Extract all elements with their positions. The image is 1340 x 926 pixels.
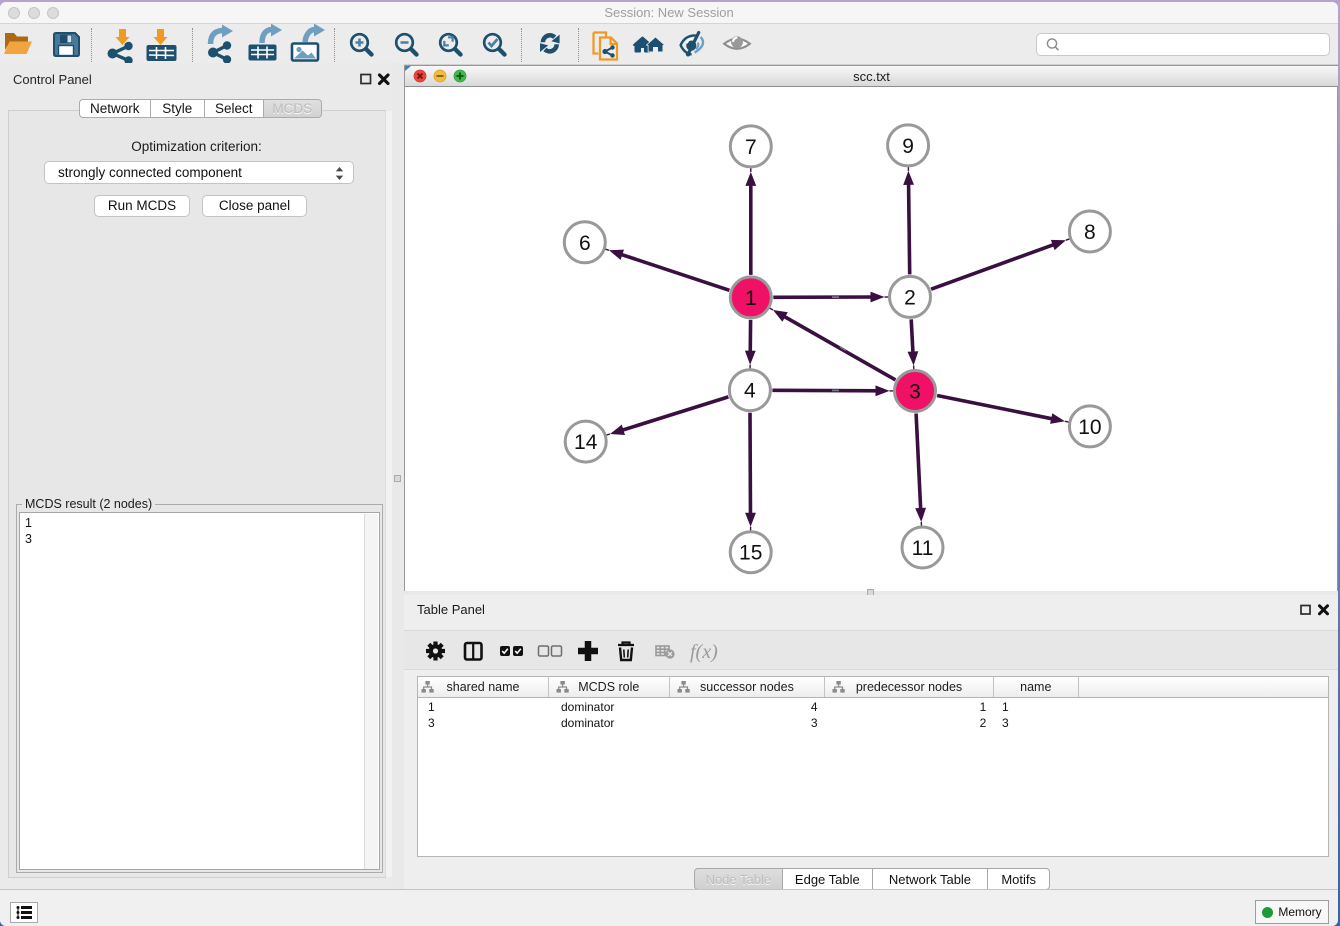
svg-text:7: 7 — [745, 136, 757, 159]
svg-text:6: 6 — [579, 232, 591, 255]
svg-text:1: 1 — [745, 287, 757, 310]
svg-text:f(x): f(x) — [690, 641, 718, 663]
svg-text:11: 11 — [912, 537, 934, 560]
svg-text:15: 15 — [739, 542, 762, 565]
svg-text:2: 2 — [904, 286, 916, 309]
svg-text:3: 3 — [909, 381, 921, 404]
svg-text:10: 10 — [1078, 416, 1101, 439]
svg-text:9: 9 — [902, 135, 914, 158]
svg-text:4: 4 — [744, 380, 756, 403]
svg-text:14: 14 — [574, 431, 598, 454]
svg-text:8: 8 — [1084, 221, 1096, 244]
